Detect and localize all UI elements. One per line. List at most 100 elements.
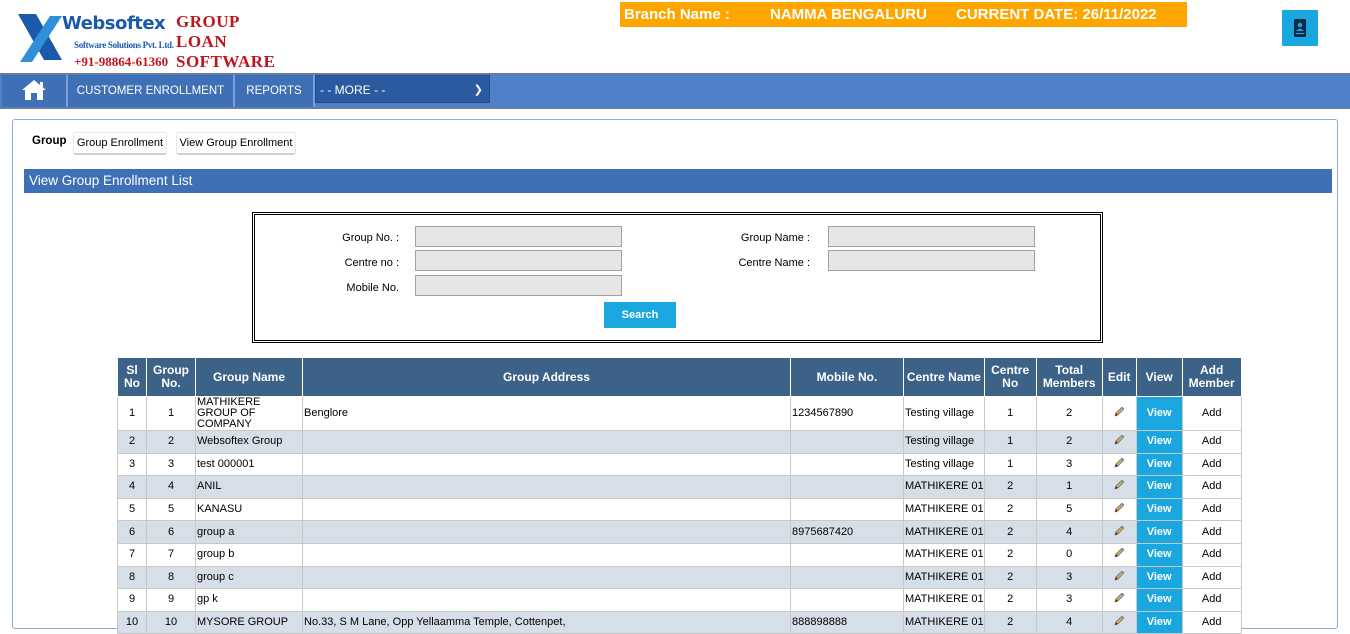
cell-name: group c bbox=[195, 565, 303, 590]
edit-cell[interactable] bbox=[1101, 497, 1137, 522]
group-name-input[interactable] bbox=[828, 226, 1035, 247]
nav-customer-enrollment[interactable]: CUSTOMER ENROLLMENT bbox=[68, 75, 233, 107]
nav-reports[interactable]: REPORTS bbox=[235, 75, 313, 107]
cell-members: 3 bbox=[1035, 565, 1103, 590]
centre-no-label: Centre no : bbox=[344, 257, 399, 269]
edit-cell[interactable] bbox=[1101, 588, 1137, 612]
view-button[interactable]: View bbox=[1135, 430, 1183, 454]
mobile-input[interactable] bbox=[415, 275, 622, 296]
view-button[interactable]: View bbox=[1135, 497, 1183, 522]
logo-title-line: SOFTWARE bbox=[176, 52, 276, 71]
edit-cell[interactable] bbox=[1101, 452, 1137, 477]
view-button[interactable]: View bbox=[1135, 520, 1183, 544]
col-header: Edit bbox=[1101, 357, 1137, 397]
group-no-input[interactable] bbox=[415, 226, 622, 247]
edit-cell[interactable] bbox=[1101, 542, 1137, 567]
cell-centre-no: 2 bbox=[983, 475, 1037, 499]
col-header: Mobile No. bbox=[790, 357, 904, 397]
logo-product-title: GROUP LOAN SOFTWARE bbox=[176, 12, 275, 72]
cell-sl: 2 bbox=[117, 430, 147, 454]
add-member-button[interactable]: Add bbox=[1181, 565, 1242, 590]
group-name-label: Group Name : bbox=[740, 232, 810, 244]
edit-cell[interactable] bbox=[1101, 475, 1137, 499]
pencil-icon[interactable] bbox=[1113, 406, 1125, 418]
table-row: 2 2 Websoftex Group Testing village 1 2 View Ad… bbox=[117, 430, 1242, 454]
pencil-icon[interactable] bbox=[1113, 592, 1125, 604]
edit-cell[interactable] bbox=[1101, 430, 1137, 454]
logo-phone: +91-98864-61360 bbox=[74, 54, 169, 69]
pencil-icon[interactable] bbox=[1113, 457, 1125, 469]
col-header: Centre Name bbox=[903, 357, 985, 397]
cell-address bbox=[302, 520, 791, 544]
websoftex-logo-icon bbox=[18, 14, 62, 62]
cell-group-no: 9 bbox=[146, 588, 196, 612]
edit-cell[interactable] bbox=[1101, 520, 1137, 544]
cell-address bbox=[302, 542, 791, 567]
cell-members: 3 bbox=[1035, 452, 1103, 477]
view-button[interactable]: View bbox=[1135, 475, 1183, 499]
contact-button[interactable] bbox=[1282, 10, 1318, 46]
chevron-down-icon: ❯ bbox=[473, 84, 483, 96]
view-button[interactable]: View bbox=[1135, 396, 1183, 431]
cell-sl: 5 bbox=[117, 497, 147, 522]
search-button[interactable]: Search bbox=[604, 302, 676, 328]
pencil-icon[interactable] bbox=[1113, 479, 1125, 491]
pencil-icon[interactable] bbox=[1113, 547, 1125, 559]
view-button[interactable]: View bbox=[1135, 588, 1183, 612]
pencil-icon[interactable] bbox=[1113, 525, 1125, 537]
cell-address bbox=[302, 497, 791, 522]
table-row: 8 8 group c MATHIKERE 01 2 3 View Add bbox=[117, 565, 1242, 590]
view-button[interactable]: View bbox=[1135, 452, 1183, 477]
pencil-icon[interactable] bbox=[1113, 434, 1125, 446]
col-header: Sl No bbox=[117, 357, 147, 397]
add-member-button[interactable]: Add bbox=[1181, 452, 1242, 477]
pencil-icon[interactable] bbox=[1113, 502, 1125, 514]
cell-centre: MATHIKERE 01 bbox=[903, 542, 985, 567]
centre-no-input[interactable] bbox=[415, 250, 622, 271]
col-header: Group No. bbox=[146, 357, 196, 397]
home-button[interactable] bbox=[2, 75, 66, 107]
cell-address bbox=[302, 565, 791, 590]
cell-group-no: 8 bbox=[146, 565, 196, 590]
logo-title-line: GROUP bbox=[176, 12, 240, 31]
table-body: 1 1 MATHIKERE GROUP OF COMPANY Benglore 1234… bbox=[117, 396, 1242, 634]
cell-mobile bbox=[790, 565, 904, 590]
cell-address bbox=[302, 475, 791, 499]
cell-name: MATHIKERE GROUP OF COMPANY bbox=[195, 396, 303, 431]
view-button[interactable]: View bbox=[1135, 565, 1183, 590]
pencil-icon[interactable] bbox=[1113, 615, 1125, 627]
add-member-button[interactable]: Add bbox=[1181, 520, 1242, 544]
col-header: Total Members bbox=[1035, 357, 1103, 397]
cell-mobile: 1234567890 bbox=[790, 396, 904, 431]
cell-name: gp k bbox=[195, 588, 303, 612]
cell-name: group a bbox=[195, 520, 303, 544]
cell-sl: 3 bbox=[117, 452, 147, 477]
cell-mobile bbox=[790, 430, 904, 454]
cell-address bbox=[302, 588, 791, 612]
edit-cell[interactable] bbox=[1101, 565, 1137, 590]
edit-cell[interactable] bbox=[1101, 396, 1137, 431]
company-logo[interactable]: Websoftex Software Solutions Pvt. Ltd. +… bbox=[0, 4, 457, 72]
cell-members: 1 bbox=[1035, 475, 1103, 499]
cell-group-no: 6 bbox=[146, 520, 196, 544]
col-header: View bbox=[1135, 357, 1183, 397]
add-member-button[interactable]: Add bbox=[1181, 475, 1242, 499]
add-member-button[interactable]: Add bbox=[1181, 542, 1242, 567]
cell-group-no: 1 bbox=[146, 396, 196, 431]
add-member-button[interactable]: Add bbox=[1181, 588, 1242, 612]
more-select[interactable]: - - MORE - - ❯ bbox=[315, 75, 490, 103]
cell-mobile: 8975687420 bbox=[790, 520, 904, 544]
centre-name-input[interactable] bbox=[828, 250, 1035, 271]
add-member-button[interactable]: Add bbox=[1181, 497, 1242, 522]
branch-label: Branch Name : bbox=[624, 6, 730, 23]
add-member-button[interactable]: Add bbox=[1181, 396, 1242, 431]
add-member-button[interactable]: Add bbox=[1181, 430, 1242, 454]
cell-name: KANASU bbox=[195, 497, 303, 522]
tab-view-group-enrollment[interactable]: View Group Enrollment bbox=[176, 132, 296, 155]
view-button[interactable]: View bbox=[1135, 542, 1183, 567]
cell-sl: 6 bbox=[117, 520, 147, 544]
pencil-icon[interactable] bbox=[1113, 570, 1125, 582]
cell-centre: MATHIKERE 01 bbox=[903, 588, 985, 612]
cell-members: 5 bbox=[1035, 497, 1103, 522]
tab-group-enrollment[interactable]: Group Enrollment bbox=[73, 132, 167, 155]
